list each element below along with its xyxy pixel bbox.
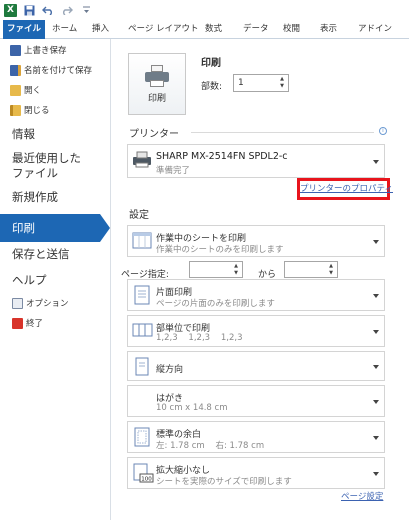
nav-item-help[interactable]: ヘルプ xyxy=(12,273,47,288)
tab-review[interactable]: 校閲 xyxy=(283,20,300,39)
scaling-subtitle: シートを実際のサイズで印刷します xyxy=(156,477,292,487)
pages-from-input[interactable]: ▲ ▼ xyxy=(189,261,243,278)
nav-item-info[interactable]: 情報 xyxy=(12,127,35,142)
printer-section-title: プリンター xyxy=(129,129,179,140)
nav-item-exit-label: 終了 xyxy=(26,319,44,329)
nav-item-save-label: 上書き保存 xyxy=(24,46,67,56)
chevron-down-icon xyxy=(373,294,379,298)
ribbon-tab-bar: ファイル ホーム 挿入 ページ レイアウト 数式 データ 校閲 表示 アドイン xyxy=(0,20,409,39)
paper-size-subtitle: 10 cm x 14.8 cm xyxy=(156,403,228,413)
nav-item-options-label: オプション xyxy=(26,299,69,309)
save-icon xyxy=(10,44,21,56)
chevron-down-icon xyxy=(373,365,379,369)
nav-item-open-label: 開く xyxy=(24,86,42,96)
collate-icon xyxy=(132,321,153,341)
collation-dropdown[interactable]: 部単位で印刷 1,2,3 1,2,3 1,2,3 xyxy=(127,315,385,347)
print-title: 印刷 xyxy=(201,58,221,69)
margins-dropdown[interactable]: 標準の余白 左: 1.78 cm 右: 1.78 cm xyxy=(127,421,385,453)
chevron-down-icon xyxy=(373,330,379,334)
spin-up-icon[interactable]: ▲ xyxy=(278,76,286,83)
tab-addins[interactable]: アドイン xyxy=(358,20,392,39)
portrait-icon xyxy=(132,357,152,377)
nav-item-save-send[interactable]: 保存と送信 xyxy=(12,247,70,262)
settings-section-title: 設定 xyxy=(129,210,149,221)
svg-text:100: 100 xyxy=(141,477,152,483)
tab-home[interactable]: ホーム xyxy=(52,20,77,39)
chevron-down-icon xyxy=(373,472,379,476)
sides-dropdown[interactable]: 片面印刷 ページの片面のみを印刷します xyxy=(127,279,385,311)
spin-down-icon[interactable]: ▼ xyxy=(232,270,240,277)
print-what-subtitle: 作業中のシートのみを印刷します xyxy=(156,245,284,255)
copies-input[interactable]: 1 ▲ ▼ xyxy=(233,74,289,92)
print-what-dropdown[interactable]: 作業中のシートを印刷 作業中のシートのみを印刷します xyxy=(127,225,385,257)
nav-item-exit[interactable]: 終了 xyxy=(12,315,43,331)
close-folder-icon xyxy=(10,104,21,116)
printer-status: 準備完了 xyxy=(156,166,191,176)
chevron-down-icon xyxy=(373,400,379,404)
tab-file[interactable]: ファイル xyxy=(3,20,45,39)
nav-item-new[interactable]: 新規作成 xyxy=(12,190,58,205)
copies-label: 部数: xyxy=(201,82,223,92)
customize-icon[interactable] xyxy=(79,3,93,17)
print-panel: 印刷 印刷 部数: 1 ▲ ▼ プリンター i SHARP MX-2514FN … xyxy=(111,39,409,520)
excel-logo-icon: X xyxy=(4,3,17,17)
margins-subtitle: 左: 1.78 cm 右: 1.78 cm xyxy=(156,441,265,451)
chevron-down-icon xyxy=(373,160,379,164)
margins-icon xyxy=(132,427,152,447)
tab-page-layout[interactable]: ページ レイアウト xyxy=(128,20,199,39)
redo-icon[interactable] xyxy=(60,3,74,17)
printer-properties-link[interactable]: プリンターのプロパティ xyxy=(297,178,393,200)
tab-view[interactable]: 表示 xyxy=(320,20,337,39)
print-button-label: 印刷 xyxy=(147,93,166,104)
nav-item-close-label: 閉じる xyxy=(24,106,50,116)
nav-selected-pointer xyxy=(100,214,110,242)
nav-item-save-as[interactable]: 名前を付けて保存 xyxy=(10,62,92,78)
scaling-icon: 100 xyxy=(132,463,154,483)
printer-name: SHARP MX-2514FN SPDL2-c xyxy=(156,151,288,162)
info-icon[interactable]: i xyxy=(379,127,387,135)
printer-dropdown[interactable]: SHARP MX-2514FN SPDL2-c 準備完了 xyxy=(127,144,385,178)
backstage-nav: 上書き保存 名前を付けて保存 開く 閉じる 情報 最近使用した ファイル 新規作… xyxy=(0,39,110,520)
section-divider xyxy=(191,132,374,133)
spin-up-icon[interactable]: ▲ xyxy=(327,263,335,270)
tab-insert[interactable]: 挿入 xyxy=(92,20,109,39)
nav-item-options[interactable]: オプション xyxy=(12,295,69,311)
nav-item-save[interactable]: 上書き保存 xyxy=(10,42,67,58)
paper-size-dropdown[interactable]: はがき 10 cm x 14.8 cm xyxy=(127,385,385,417)
page-setup-link[interactable]: ページ設定 xyxy=(341,490,383,502)
open-folder-icon xyxy=(10,84,21,96)
collation-subtitle: 1,2,3 1,2,3 1,2,3 xyxy=(156,333,243,343)
orientation-dropdown[interactable]: 縦方向 xyxy=(127,351,385,381)
save-as-icon xyxy=(10,64,21,76)
tab-data[interactable]: データ xyxy=(243,20,269,39)
printer-icon xyxy=(132,151,152,171)
save-icon[interactable] xyxy=(22,3,36,17)
quick-access-toolbar: X xyxy=(0,0,409,20)
nav-item-close[interactable]: 閉じる xyxy=(10,102,50,118)
nav-item-recent[interactable]: 最近使用した ファイル xyxy=(12,151,81,181)
options-icon xyxy=(12,297,23,309)
spin-up-icon[interactable]: ▲ xyxy=(232,263,240,270)
pages-to-input[interactable]: ▲ ▼ xyxy=(284,261,338,278)
tab-formulas[interactable]: 数式 xyxy=(205,20,222,39)
one-sided-icon xyxy=(132,285,152,305)
sides-subtitle: ページの片面のみを印刷します xyxy=(156,299,275,309)
copies-value: 1 xyxy=(238,78,244,88)
print-button[interactable]: 印刷 xyxy=(128,53,186,115)
nav-item-save-as-label: 名前を付けて保存 xyxy=(24,66,93,76)
sheet-icon xyxy=(132,231,152,251)
exit-icon xyxy=(12,317,23,329)
spin-down-icon[interactable]: ▼ xyxy=(278,83,286,90)
spin-down-icon[interactable]: ▼ xyxy=(327,270,335,277)
nav-item-print[interactable]: 印刷 xyxy=(0,214,100,242)
nav-item-open[interactable]: 開く xyxy=(10,82,41,98)
orientation-title: 縦方向 xyxy=(156,365,184,375)
chevron-down-icon xyxy=(373,240,379,244)
chevron-down-icon xyxy=(373,436,379,440)
printer-icon xyxy=(144,64,170,87)
scaling-dropdown[interactable]: 100 拡大縮小なし シートを実際のサイズで印刷します xyxy=(127,457,385,489)
undo-icon[interactable] xyxy=(41,3,55,17)
